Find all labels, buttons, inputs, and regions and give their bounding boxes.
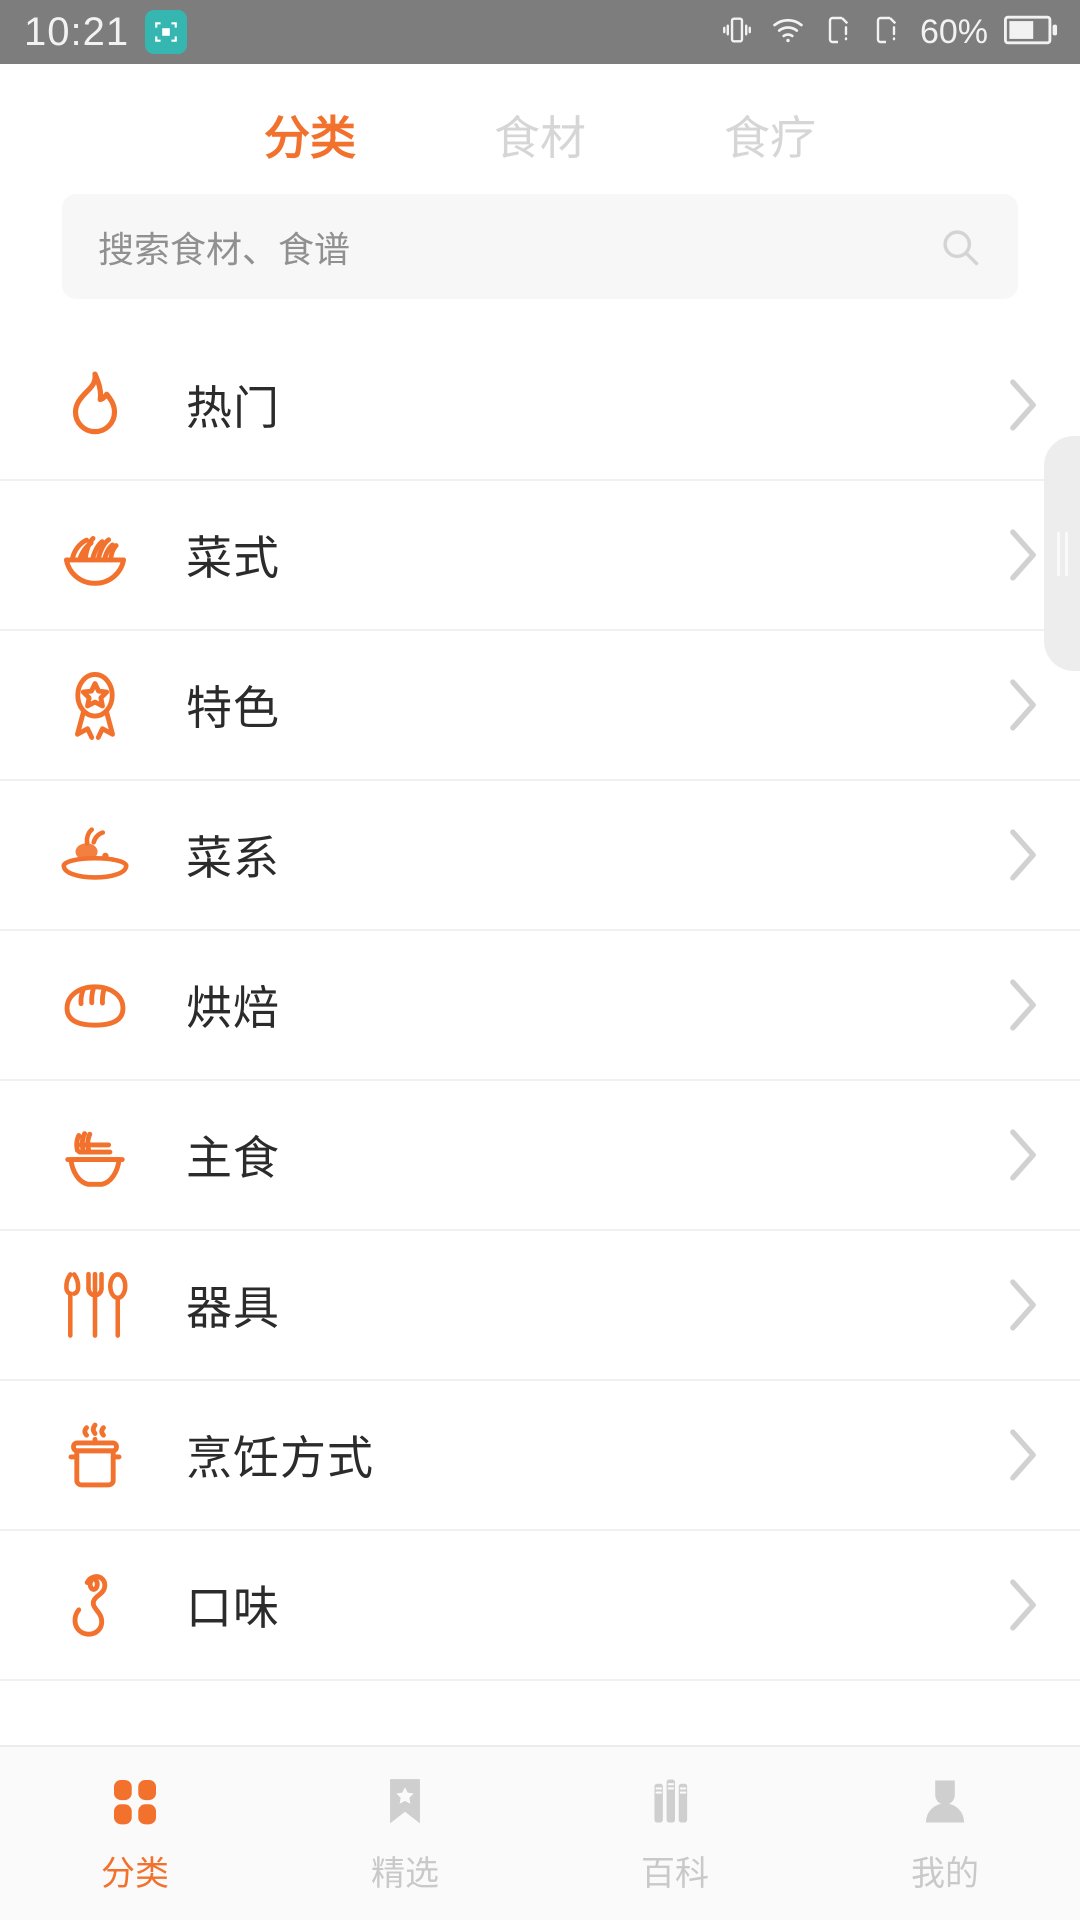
books-icon xyxy=(646,1772,704,1830)
list-item-label: 热门 xyxy=(186,382,280,434)
chevron-right-icon xyxy=(1006,1577,1040,1633)
chevron-right-icon xyxy=(1006,1127,1040,1183)
chevron-right-icon xyxy=(1006,977,1040,1033)
nav-item-encyclopedia[interactable]: 百科 xyxy=(540,1747,810,1920)
tab-food-therapy[interactable]: 食疗 xyxy=(655,115,885,161)
list-item[interactable]: 口味 xyxy=(0,1531,1080,1681)
search-bar-container: 搜索食材、食谱 xyxy=(0,194,1080,299)
chevron-right-icon xyxy=(1006,677,1040,733)
scrollbar-grip-line xyxy=(1056,531,1060,576)
chevron-right-icon xyxy=(1006,827,1040,883)
nav-item-featured[interactable]: 精选 xyxy=(270,1747,540,1920)
nav-label: 分类 xyxy=(101,1855,169,1893)
list-item-label: 特色 xyxy=(186,682,280,734)
tab-categories[interactable]: 分类 xyxy=(195,115,425,161)
list-item-label: 烘焙 xyxy=(186,982,280,1034)
list-item-label: 烹饪方式 xyxy=(186,1432,374,1484)
list-item[interactable]: 热门 xyxy=(0,331,1080,481)
bread-loaf-icon xyxy=(52,962,138,1048)
status-bar: 10:21 60% xyxy=(0,0,1080,64)
list-item-label: 主食 xyxy=(186,1132,280,1184)
status-bar-time: 10:21 xyxy=(24,9,130,54)
battery-icon xyxy=(1003,15,1058,50)
search-icon[interactable] xyxy=(938,225,982,269)
chevron-right-icon xyxy=(1006,1277,1040,1333)
steaming-pot-icon xyxy=(52,1412,138,1498)
grid-icon xyxy=(106,1772,164,1830)
list-item[interactable]: 烘焙 xyxy=(0,931,1080,1081)
nav-label: 我的 xyxy=(911,1855,979,1893)
list-item[interactable]: 器具 xyxy=(0,1231,1080,1381)
bottom-navigation-bar: 分类 精选 百科 我的 xyxy=(0,1745,1080,1920)
list-item[interactable]: 菜系 xyxy=(0,781,1080,931)
scrollbar-thumb[interactable] xyxy=(1044,436,1080,671)
award-medal-icon xyxy=(52,662,138,748)
nav-label: 精选 xyxy=(371,1855,439,1893)
list-item-label: 菜式 xyxy=(186,532,280,584)
person-icon xyxy=(916,1772,974,1830)
chevron-right-icon xyxy=(1006,377,1040,433)
nav-item-categories[interactable]: 分类 xyxy=(0,1747,270,1920)
chevron-right-icon xyxy=(1006,1427,1040,1483)
nav-item-profile[interactable]: 我的 xyxy=(810,1747,1080,1920)
chili-pepper-icon xyxy=(52,1562,138,1648)
wifi-icon xyxy=(770,13,806,52)
scrollbar-grip-line xyxy=(1064,531,1068,576)
tab-ingredients[interactable]: 食材 xyxy=(425,115,655,161)
category-list[interactable]: 热门 菜式 特色 菜系 烘焙 主食 器具 烹饪方式 口味 xyxy=(0,331,1080,1711)
list-item[interactable]: 主食 xyxy=(0,1081,1080,1231)
salad-bowl-icon xyxy=(52,512,138,598)
bookmark-star-icon xyxy=(376,1772,434,1830)
flame-icon xyxy=(52,362,138,448)
list-item[interactable]: 菜式 xyxy=(0,481,1080,631)
scan-frame-icon xyxy=(145,10,188,54)
list-item-label: 口味 xyxy=(186,1582,280,1634)
noodle-bowl-icon xyxy=(52,1112,138,1198)
list-item-label: 器具 xyxy=(186,1282,280,1334)
sim1-alert-icon xyxy=(822,13,854,52)
search-input[interactable]: 搜索食材、食谱 xyxy=(62,194,1018,299)
list-item[interactable]: 特色 xyxy=(0,631,1080,781)
plated-dish-icon xyxy=(52,812,138,898)
sim2-alert-icon xyxy=(870,13,902,52)
vibrate-icon xyxy=(720,13,754,52)
list-item[interactable]: 烹饪方式 xyxy=(0,1381,1080,1531)
nav-label: 百科 xyxy=(641,1855,709,1893)
top-tab-bar: 分类 食材 食疗 xyxy=(0,64,1080,194)
battery-percent-label: 60% xyxy=(919,12,988,51)
chevron-right-icon xyxy=(1006,527,1040,583)
status-bar-icons: 60% xyxy=(720,13,1058,52)
list-item-label: 菜系 xyxy=(186,832,280,884)
search-placeholder: 搜索食材、食谱 xyxy=(98,228,351,270)
cutlery-icon xyxy=(52,1262,138,1348)
